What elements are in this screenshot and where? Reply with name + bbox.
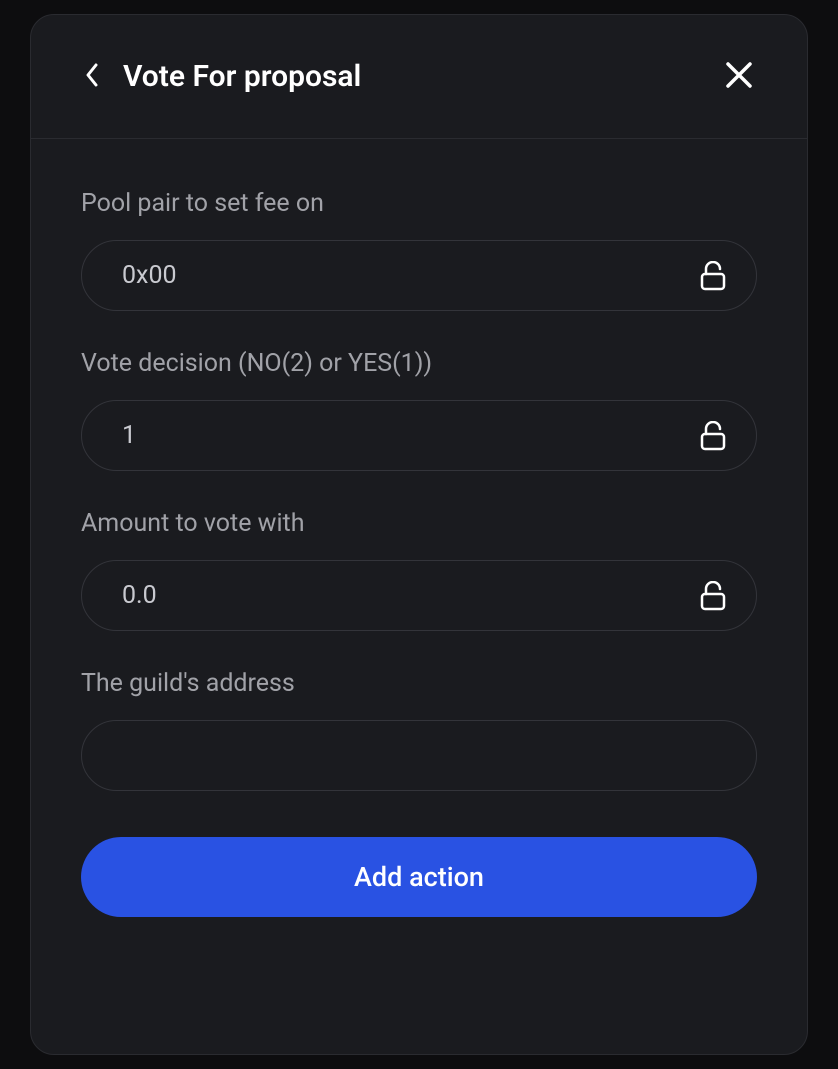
- pool-pair-field: Pool pair to set fee on: [81, 189, 757, 311]
- modal-header: Vote For proposal: [31, 15, 807, 139]
- input-wrapper: [81, 560, 757, 631]
- field-label: Pool pair to set fee on: [81, 189, 757, 218]
- back-button[interactable]: [81, 59, 103, 94]
- vote-decision-input[interactable]: [81, 400, 757, 471]
- field-label: Vote decision (NO(2) or YES(1)): [81, 349, 757, 378]
- modal-body: Pool pair to set fee on Vote decision (N…: [31, 139, 807, 1054]
- vote-decision-field: Vote decision (NO(2) or YES(1)): [81, 349, 757, 471]
- guild-address-field: The guild's address: [81, 669, 757, 791]
- guild-address-input[interactable]: [81, 720, 757, 791]
- pool-pair-input[interactable]: [81, 240, 757, 311]
- amount-field: Amount to vote with: [81, 509, 757, 631]
- amount-input[interactable]: [81, 560, 757, 631]
- add-action-button[interactable]: Add action: [81, 837, 757, 917]
- field-label: Amount to vote with: [81, 509, 757, 538]
- chevron-left-icon: [85, 63, 99, 90]
- close-icon: [725, 61, 753, 92]
- close-button[interactable]: [721, 57, 757, 96]
- input-wrapper: [81, 240, 757, 311]
- field-label: The guild's address: [81, 669, 757, 698]
- vote-proposal-modal: Vote For proposal Pool pair to set fee o…: [30, 14, 808, 1055]
- input-wrapper: [81, 400, 757, 471]
- modal-title: Vote For proposal: [123, 59, 361, 94]
- header-left: Vote For proposal: [81, 59, 361, 94]
- input-wrapper: [81, 720, 757, 791]
